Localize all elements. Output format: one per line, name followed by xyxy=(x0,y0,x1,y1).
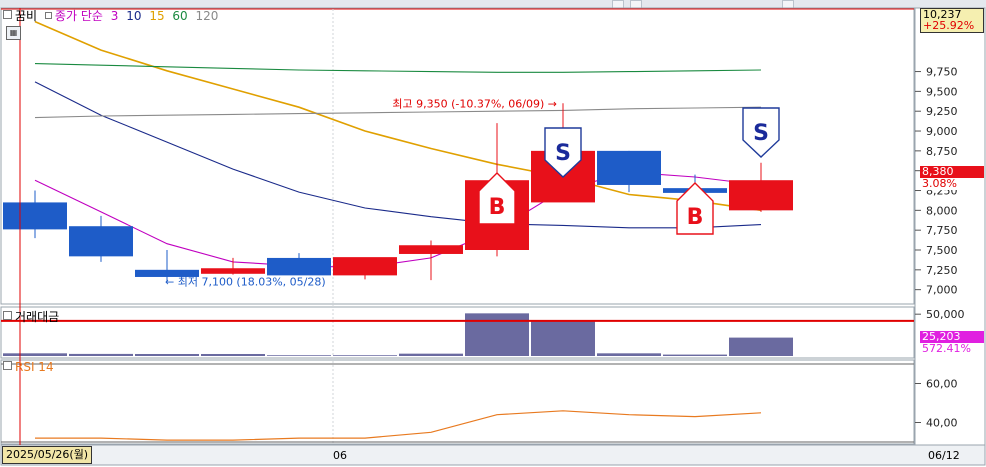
candle-body xyxy=(3,202,67,230)
volume-bar xyxy=(333,355,397,356)
y-tick-label: 7,750 xyxy=(926,224,958,237)
volume-bar xyxy=(729,337,793,356)
volume-change: 572.41% xyxy=(922,342,971,355)
y-tick-label: 9,000 xyxy=(926,125,958,138)
ma-period-15: 15 xyxy=(149,9,165,23)
price-panel-legend: 꿈비 종가 단순 3 10 15 60 120 xyxy=(3,7,218,24)
volume-panel-title-text: 거래대금 xyxy=(15,310,60,324)
buy-signal-label: B xyxy=(489,195,506,220)
stock-name: 꿈비 xyxy=(15,9,38,23)
candle-body xyxy=(333,257,397,276)
high-annotation: 최고 9,350 (-10.37%, 06/09) → xyxy=(392,97,557,110)
candle-body xyxy=(597,150,661,185)
table-view-icon[interactable]: ▦ xyxy=(6,26,21,40)
panel-toggle-icon[interactable] xyxy=(3,311,12,320)
ma-label: 종가 단순 xyxy=(54,9,103,23)
volume-panel-title: 거래대금 xyxy=(3,308,59,325)
candle-body xyxy=(267,257,331,276)
volume-bar xyxy=(399,353,463,356)
candle-body xyxy=(201,268,265,274)
y-tick-label: 8,000 xyxy=(926,204,958,217)
candle-body xyxy=(399,245,463,254)
volume-bar xyxy=(69,353,133,356)
low-annotation: ← 최저 7,100 (18.03%, 05/28) xyxy=(165,276,326,289)
sell-signal-label: S xyxy=(753,121,769,146)
candle-body xyxy=(69,226,133,257)
y-tick-label: 9,500 xyxy=(926,85,958,98)
y-tick-label: 7,500 xyxy=(926,244,958,257)
ma-period-120: 120 xyxy=(195,9,219,23)
x-axis-label-month: 06 xyxy=(333,449,347,462)
ma-period-10: 10 xyxy=(126,9,142,23)
current-change-box: +25.92% xyxy=(920,20,984,33)
volume-bar xyxy=(663,354,727,356)
ma-toggle-icon[interactable] xyxy=(44,12,52,19)
panel-toggle-icon[interactable] xyxy=(3,361,12,370)
ma-period-3: 3 xyxy=(110,9,119,23)
volume-bar xyxy=(465,313,529,356)
last-change-box: 3.08% xyxy=(920,178,984,190)
rsi-panel xyxy=(0,359,915,445)
volume-bar xyxy=(3,353,67,356)
rsi-panel-title-text: RSI 14 xyxy=(15,360,54,374)
y-tick-label: 7,000 xyxy=(926,284,958,297)
ma-period-60: 60 xyxy=(172,9,188,23)
volume-bar xyxy=(597,353,661,356)
rsi-tick-label: 40,00 xyxy=(926,417,958,430)
cursor-date: 2025/05/26(월) xyxy=(2,446,93,464)
rsi-panel-title: RSI 14 xyxy=(3,360,54,374)
volume-change-box: 572.41% xyxy=(920,343,984,355)
volume-tick-label: 50,000 xyxy=(926,308,965,321)
volume-bar xyxy=(267,355,331,356)
y-tick-label: 7,250 xyxy=(926,264,958,277)
rsi-tick-label: 60,00 xyxy=(926,378,958,391)
buy-signal-label: B xyxy=(687,205,704,230)
bottom-axis-area xyxy=(0,444,986,466)
stock-chart: 50,000 60,00 40,00 9,750 9,500 9,250 9,000 8,… xyxy=(0,7,986,466)
sell-signal-label: S xyxy=(555,141,571,166)
current-change: +25.92% xyxy=(923,19,975,32)
volume-bar xyxy=(135,353,199,356)
price-panel xyxy=(0,7,915,305)
x-axis-label-last-date: 06/12 xyxy=(928,449,960,462)
y-tick-label: 9,750 xyxy=(926,66,958,79)
volume-bar xyxy=(531,320,595,356)
y-tick-label: 8,750 xyxy=(926,145,958,158)
y-tick-label: 9,250 xyxy=(926,105,958,118)
last-change: 3.08% xyxy=(922,177,957,190)
volume-bar xyxy=(201,353,265,356)
panel-toggle-icon[interactable] xyxy=(3,10,12,19)
candle-body xyxy=(729,180,793,211)
